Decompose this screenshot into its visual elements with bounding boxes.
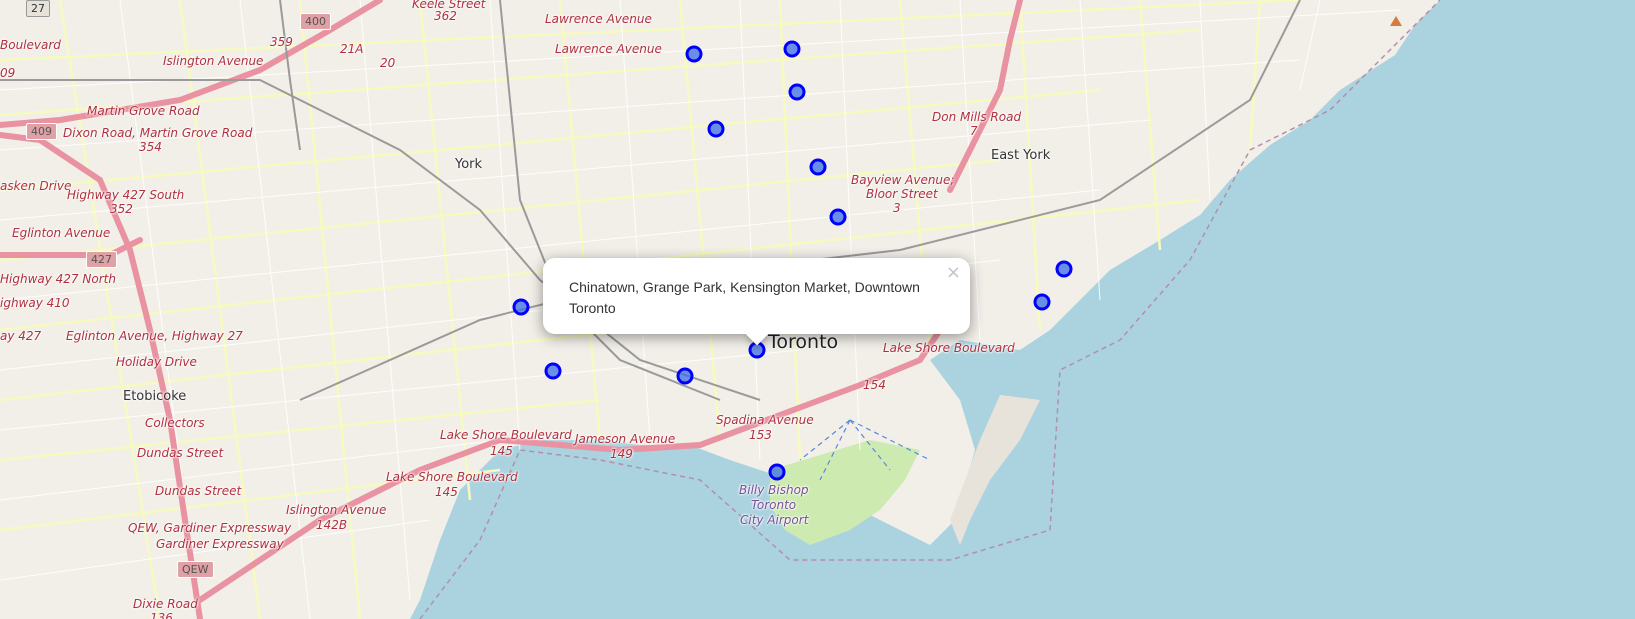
road-label-lakeshore-3: Lake Shore Boulevard: [883, 341, 1015, 355]
route-shield-409: 409: [26, 123, 57, 140]
route-shield-427: 427: [86, 251, 117, 268]
road-label-jameson: Jameson Avenue: [575, 432, 676, 446]
road-label-lakeshore-2-num: 145: [435, 485, 458, 499]
marker-13[interactable]: [768, 463, 786, 481]
place-label-toronto: Toronto: [768, 331, 839, 353]
marker-11[interactable]: [676, 367, 694, 385]
road-label-359: 359: [270, 35, 293, 49]
place-label-etobicoke: Etobicoke: [123, 389, 187, 404]
marker-9[interactable]: [512, 298, 530, 316]
road-label-don-mills: Don Mills Road: [932, 110, 1022, 124]
road-label-dixon-num: 354: [139, 140, 162, 154]
road-label-lakeshore-1: Lake Shore Boulevard: [440, 428, 572, 442]
road-label-eglinton-1: Eglinton Avenue: [12, 226, 111, 240]
road-label-bayview: Bayview Avenue;: [851, 173, 955, 187]
road-label-bloor: Bloor Street: [866, 187, 938, 201]
marker-4[interactable]: [707, 120, 725, 138]
road-label-islington: Islington Avenue: [163, 54, 264, 68]
marker-2[interactable]: [783, 40, 801, 58]
road-label-bloor-num: 3: [893, 201, 901, 215]
road-label-islington-2: Islington Avenue: [286, 503, 387, 517]
road-label-hwy427s-num: 352: [110, 202, 133, 216]
road-label-dundas-1: Dundas Street: [137, 446, 224, 460]
road-label-dixie-num: 136: [150, 611, 173, 619]
close-icon[interactable]: ×: [946, 262, 961, 283]
marker-6[interactable]: [829, 208, 847, 226]
route-shield-400: 400: [300, 13, 331, 30]
road-label-kasken: asken Drive: [0, 179, 72, 193]
route-shield-qew: QEW: [177, 561, 214, 578]
marker-1[interactable]: [685, 45, 703, 63]
place-label-airport-3: City Airport: [740, 513, 809, 527]
place-label-york: York: [455, 157, 483, 172]
map-view[interactable]: 27 400 409 427 QEW Keele Street 362 Lawr…: [0, 0, 1635, 619]
road-label-hwy427s: Highway 427 South: [67, 188, 185, 202]
road-label-20: 20: [380, 56, 396, 70]
road-label-don-mills-num: 7: [970, 124, 978, 138]
road-label-collectors: Collectors: [145, 416, 205, 430]
road-label-lakeshore-2: Lake Shore Boulevard: [386, 470, 518, 484]
marker-10[interactable]: [544, 362, 562, 380]
road-label-spadina-num: 153: [749, 428, 772, 442]
road-label-09: 09: [0, 66, 16, 80]
road-label-spadina: Spadina Avenue: [716, 413, 814, 427]
marker-7[interactable]: [1055, 260, 1073, 278]
road-label-martin-grove: Martin Grove Road: [87, 104, 200, 118]
road-label-dundas-2: Dundas Street: [155, 484, 242, 498]
road-label-keele-num: 362: [434, 9, 457, 23]
road-label-hwy427n: Highway 427 North: [0, 272, 116, 286]
road-label-lawrence-1: Lawrence Avenue: [545, 12, 652, 26]
road-label-qew: QEW, Gardiner Expressway: [128, 521, 292, 535]
road-label-lakeshore-1-num: 145: [490, 444, 513, 458]
road-label-21a: 21A: [340, 42, 364, 56]
popup-text: Chinatown, Grange Park, Kensington Marke…: [569, 279, 920, 316]
road-label-dixie: Dixie Road: [133, 597, 198, 611]
place-label-east-york: East York: [991, 148, 1051, 163]
marker-3[interactable]: [788, 83, 806, 101]
info-popup: Chinatown, Grange Park, Kensington Marke…: [543, 258, 970, 346]
road-label-ay427: ay 427: [0, 329, 42, 343]
marker-8[interactable]: [1033, 293, 1051, 311]
road-label-hwy410: ighway 410: [0, 296, 70, 310]
road-label-islington-2-num: 142B: [316, 518, 348, 532]
road-label-lawrence-2: Lawrence Avenue: [555, 42, 662, 56]
marker-5[interactable]: [809, 158, 827, 176]
place-label-airport-2: Toronto: [751, 498, 797, 512]
place-label-airport-1: Billy Bishop: [739, 483, 809, 497]
road-label-boulevard: Boulevard: [0, 38, 61, 52]
route-shield-27: 27: [26, 0, 50, 17]
road-label-eglinton-2: Eglinton Avenue, Highway 27: [66, 329, 243, 343]
road-label-154: 154: [863, 378, 886, 392]
road-label-holiday: Holiday Drive: [116, 355, 197, 369]
road-label-gardiner: Gardiner Expressway: [156, 537, 284, 551]
road-label-jameson-num: 149: [610, 447, 633, 461]
peak-triangle-icon: [1390, 16, 1402, 26]
road-label-dixon: Dixon Road, Martin Grove Road: [63, 126, 253, 140]
